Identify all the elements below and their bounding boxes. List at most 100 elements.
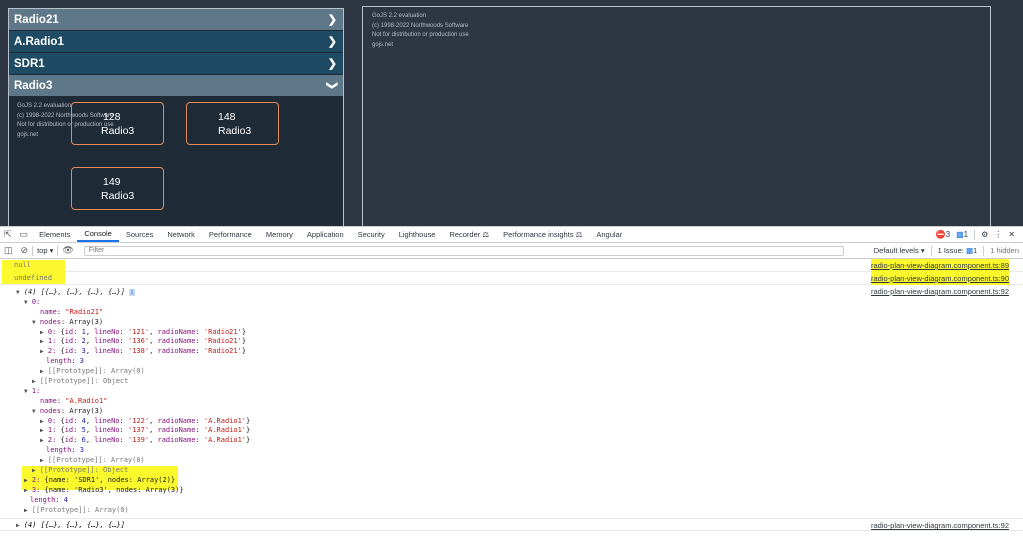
device-toolbar-icon[interactable]: ▭ — [16, 229, 33, 240]
node-entry[interactable]: ▶ 1: {id: 5, lineNo: '137', radioName: '… — [16, 426, 1023, 436]
accordion-item-label: A.Radio1 — [14, 35, 64, 48]
clear-console-icon[interactable]: ⊘ — [17, 245, 33, 256]
prototype-entry[interactable]: ▶ [[Prototype]]: Array(0) — [16, 367, 1023, 377]
plan-view-diagram[interactable]: GoJS 2.2 evaluation (c) 1998-2022 Northw… — [362, 6, 991, 226]
more-menu-icon[interactable]: ⋮ — [994, 230, 1002, 239]
prototype-entry[interactable]: ▶ [[Prototype]]: Array(0) — [16, 456, 1023, 466]
collapsed-triangle-icon: ▶ — [32, 378, 36, 386]
tab-application[interactable]: Application — [300, 227, 351, 242]
node-entry[interactable]: ▶ 0: {id: 4, lineNo: '122', radioName: '… — [16, 417, 1023, 427]
tab-security[interactable]: Security — [351, 227, 392, 242]
tab-console[interactable]: Console — [77, 227, 119, 242]
collapsed-triangle-icon: ▶ — [24, 476, 28, 484]
radio-accordion: Radio21 ❯ A.Radio1 ❯ SDR1 ❯ Radio3 ❯ GoJ… — [8, 8, 344, 226]
accordion-item-a-radio1[interactable]: A.Radio1 ❯ — [9, 31, 343, 52]
collapsed-triangle-icon: ▶ — [40, 338, 44, 346]
log-levels-dropdown[interactable]: Default levels ▾ — [874, 246, 925, 255]
array-item-3[interactable]: ▶ 3: {name: 'Radio3', nodes: Array(3)} — [16, 486, 1023, 496]
app-area: Radio21 ❯ A.Radio1 ❯ SDR1 ❯ Radio3 ❯ GoJ… — [0, 0, 1023, 226]
tab-memory[interactable]: Memory — [259, 227, 300, 242]
object-property[interactable]: ▼ nodes: Array(3) — [16, 407, 1023, 417]
divider — [983, 245, 985, 256]
close-icon[interactable]: ✕ — [1008, 230, 1015, 239]
source-link[interactable]: radio-plan-view-diagram.component.ts:89 — [871, 259, 1009, 272]
array-item-0[interactable]: ▼ 0: — [16, 298, 1023, 308]
diagram-node[interactable]: 128 Radio3 — [71, 102, 164, 145]
collapsed-triangle-icon: ▶ — [32, 467, 36, 475]
tab-network[interactable]: Network — [160, 227, 202, 242]
accordion-item-radio3[interactable]: Radio3 ❯ — [9, 75, 343, 96]
chevron-right-icon: ❯ — [327, 58, 337, 70]
divider — [974, 229, 976, 240]
eye-icon[interactable]: 👁 — [58, 245, 77, 256]
array-item-2[interactable]: ▶ 2: {name: 'SDR1', nodes: Array(2)} — [16, 476, 1023, 486]
accordion-item-sdr1[interactable]: SDR1 ❯ — [9, 53, 343, 74]
chevron-right-icon: ❯ — [327, 36, 337, 48]
tab-performance-insights[interactable]: Performance insights ⚖ — [496, 227, 589, 242]
node-name: Radio3 — [101, 125, 135, 137]
error-counter[interactable]: ⛔3 — [936, 230, 950, 239]
chevron-right-icon: ❯ — [327, 14, 337, 26]
accordion-item-radio21[interactable]: Radio21 ❯ — [9, 9, 343, 30]
collapsed-triangle-icon: ▶ — [40, 368, 44, 376]
object-property[interactable]: ▼ nodes: Array(3) — [16, 318, 1023, 328]
diagram-node[interactable]: 148 Radio3 — [186, 102, 279, 145]
collapsed-triangle-icon: ▶ — [40, 427, 44, 435]
sidebar-toggle-icon[interactable]: ◫ — [0, 245, 17, 256]
hidden-count: 1 hidden — [990, 246, 1019, 255]
info-icon: i — [129, 289, 135, 296]
context-selector[interactable]: top ▾ — [33, 246, 57, 255]
console-toolbar: ◫ ⊘ top ▾ 👁 Filter Default levels ▾ 1 Is… — [0, 243, 1023, 259]
array-summary[interactable]: ▼ (4) [{…}, {…}, {…}, {…}] i — [16, 288, 1023, 298]
collapsed-triangle-icon: ▶ — [40, 437, 44, 445]
tab-lighthouse[interactable]: Lighthouse — [392, 227, 443, 242]
gear-icon[interactable]: ⚙ — [981, 230, 988, 239]
flask-icon: ⚖ — [480, 230, 490, 239]
issues-button[interactable]: 1 Issue: ▩1 — [938, 246, 978, 255]
tab-angular[interactable]: Angular — [589, 227, 629, 242]
divider — [930, 245, 932, 256]
node-name: Radio3 — [101, 190, 135, 202]
gojs-watermark: GoJS 2.2 evaluation (c) 1998-2022 Northw… — [372, 13, 469, 48]
node-entry[interactable]: ▶ 1: {id: 2, lineNo: '136', radioName: '… — [16, 337, 1023, 347]
message-counter[interactable]: ▩1 — [956, 230, 968, 239]
tab-sources[interactable]: Sources — [119, 227, 161, 242]
prototype-entry[interactable]: ▶ [[Prototype]]: Object — [16, 466, 1023, 476]
prototype-entry[interactable]: ▶ [[Prototype]]: Array(0) — [16, 506, 1023, 516]
devtools-panel: ⇱ ▭ Elements Console Sources Network Per… — [0, 226, 1023, 537]
prototype-entry[interactable]: ▶ [[Prototype]]: Object — [16, 377, 1023, 387]
node-entry[interactable]: ▶ 2: {id: 6, lineNo: '139', radioName: '… — [16, 436, 1023, 446]
node-id: 128 — [103, 111, 121, 123]
object-property: length: 3 — [46, 357, 84, 366]
inspect-element-icon[interactable]: ⇱ — [0, 229, 16, 240]
accordion-item-label: SDR1 — [14, 57, 45, 70]
node-entry[interactable]: ▶ 0: {id: 1, lineNo: '121', radioName: '… — [16, 328, 1023, 338]
source-link[interactable]: radio-plan-view-diagram.component.ts:92 — [871, 519, 1009, 532]
accordion-item-label: Radio3 — [14, 79, 53, 92]
console-message-array: radio-plan-view-diagram.component.ts:92 … — [0, 285, 1023, 515]
node-entry[interactable]: ▶ 2: {id: 3, lineNo: '138', radioName: '… — [16, 347, 1023, 357]
node-id: 148 — [218, 111, 236, 123]
tab-performance[interactable]: Performance — [202, 227, 259, 242]
source-link[interactable]: radio-plan-view-diagram.component.ts:90 — [871, 272, 1009, 285]
radio3-diagram[interactable]: GoJS 2.2 evaluation (c) 1998-2022 Northw… — [9, 97, 343, 226]
object-property: length: 3 — [46, 446, 84, 455]
collapsed-triangle-icon: ▶ — [40, 417, 44, 425]
node-id: 149 — [103, 176, 121, 188]
collapsed-triangle-icon: ▶ — [24, 486, 28, 494]
object-property: name: "Radio21" — [40, 307, 104, 316]
diagram-node[interactable]: 149 Radio3 — [71, 167, 164, 210]
filter-input[interactable]: Filter — [83, 245, 844, 256]
log-value: undefined — [14, 274, 52, 282]
expanded-triangle-icon: ▼ — [32, 318, 36, 326]
console-message-array[interactable]: ▶ (4) [{…}, {…}, {…}, {…}] radio-plan-vi… — [0, 518, 1023, 532]
devtools-tabbar: ⇱ ▭ Elements Console Sources Network Per… — [0, 227, 1023, 243]
devtools-status: ⛔3 ▩1 ⚙ ⋮ ✕ — [936, 227, 1015, 242]
collapsed-triangle-icon: ▶ — [16, 522, 20, 530]
tab-elements[interactable]: Elements — [32, 227, 77, 242]
collapsed-triangle-icon: ▶ — [24, 506, 28, 514]
object-property: name: "A.Radio1" — [40, 396, 108, 405]
tab-recorder[interactable]: Recorder ⚖ — [442, 227, 496, 242]
array-item-1[interactable]: ▼ 1: — [16, 387, 1023, 397]
log-value: null — [14, 261, 31, 269]
